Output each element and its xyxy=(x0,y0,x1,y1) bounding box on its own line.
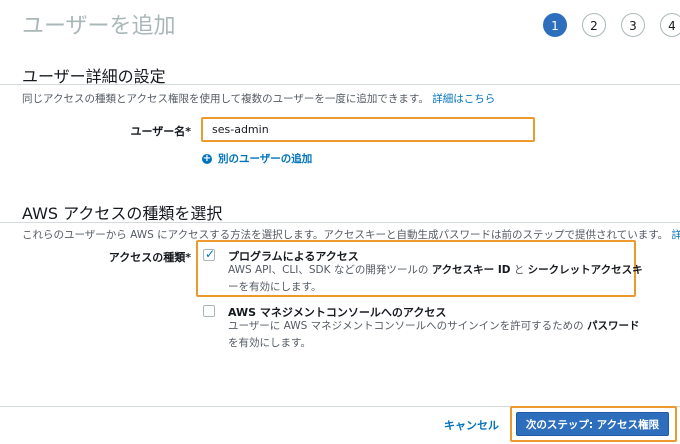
desc-text: AWS API、CLI、SDK などの開発ツールの xyxy=(228,264,429,276)
user-details-description: 同じアクセスの種類とアクセス権限を使用して複数のユーザーを一度に追加できます。 … xyxy=(22,91,495,106)
learn-more-link[interactable]: 詳細はこちら xyxy=(432,93,495,105)
step-4[interactable]: 4 xyxy=(660,13,680,37)
programmatic-access-description: AWS API、CLI、SDK などの開発ツールの アクセスキー ID と シー… xyxy=(228,262,643,279)
console-access-checkbox[interactable] xyxy=(203,305,215,317)
access-type-heading: AWS アクセスの種類を選択 xyxy=(22,204,223,223)
plus-circle-icon: + xyxy=(202,152,212,164)
step-1[interactable]: 1 xyxy=(543,13,567,37)
desc-text: ユーザーに AWS マネジメントコンソールへのサインインを許可するための xyxy=(228,320,584,332)
user-details-description-text: 同じアクセスの種類とアクセス権限を使用して複数のユーザーを一度に追加できます。 xyxy=(22,93,429,105)
console-access-description: ユーザーに AWS マネジメントコンソールへのサインインを許可するための パスワ… xyxy=(228,318,639,335)
programmatic-access-checkbox[interactable]: ✓ xyxy=(203,247,216,261)
username-label: ユーザー名* xyxy=(130,125,191,138)
add-user-label: 別のユーザーの追加 xyxy=(218,153,313,165)
divider xyxy=(0,222,680,223)
access-type-label: アクセスの種類* xyxy=(108,251,191,264)
next-step-button[interactable]: 次のステップ: アクセス権限 xyxy=(516,412,669,436)
access-learn-more-link[interactable]: 詳細 xyxy=(672,229,680,241)
desc-text: と xyxy=(513,264,525,276)
cancel-button[interactable]: キャンセル xyxy=(444,417,499,433)
console-access-description-line2: を有効にします。 xyxy=(228,337,311,349)
step-2[interactable]: 2 xyxy=(582,13,606,37)
desc-strong: アクセスキー ID xyxy=(431,264,511,276)
username-input[interactable] xyxy=(201,117,535,142)
divider xyxy=(0,84,680,85)
step-3[interactable]: 3 xyxy=(621,13,645,37)
checkmark-icon: ✓ xyxy=(205,247,216,261)
programmatic-access-description-line2: ーを有効にします。 xyxy=(228,281,322,293)
add-another-user-button[interactable]: + 別のユーザーの追加 xyxy=(202,151,312,166)
desc-strong: シークレットアクセスキ xyxy=(527,264,643,276)
wizard-steps: 1 2 3 4 xyxy=(0,13,680,43)
desc-strong: パスワード xyxy=(586,320,640,332)
